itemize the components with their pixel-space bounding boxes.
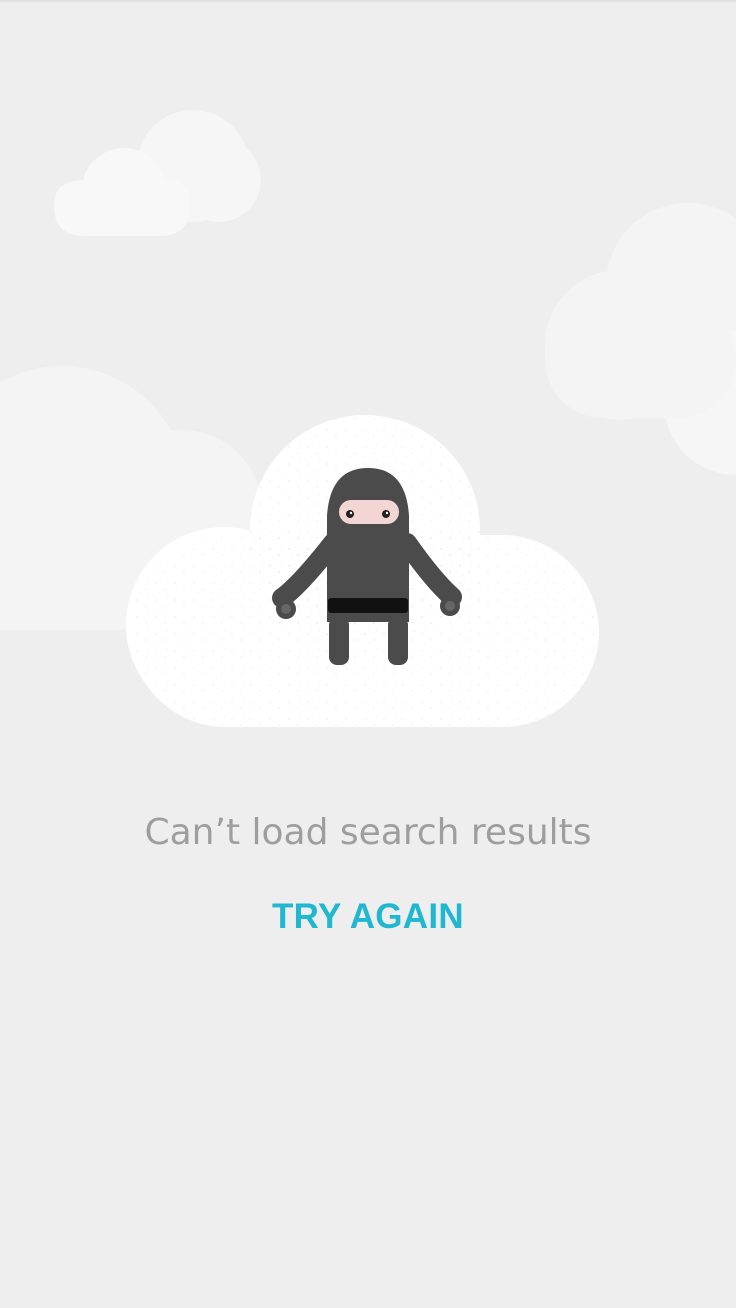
cloud-ninja-illustration bbox=[0, 110, 736, 727]
background-cloud-top-left bbox=[54, 110, 261, 236]
background-cloud-right bbox=[545, 203, 736, 475]
error-message: Can’t load search results bbox=[144, 812, 592, 853]
try-again-button[interactable]: TRY AGAIN bbox=[238, 886, 498, 948]
error-screen: Can’t load search results TRY AGAIN bbox=[0, 0, 736, 1308]
